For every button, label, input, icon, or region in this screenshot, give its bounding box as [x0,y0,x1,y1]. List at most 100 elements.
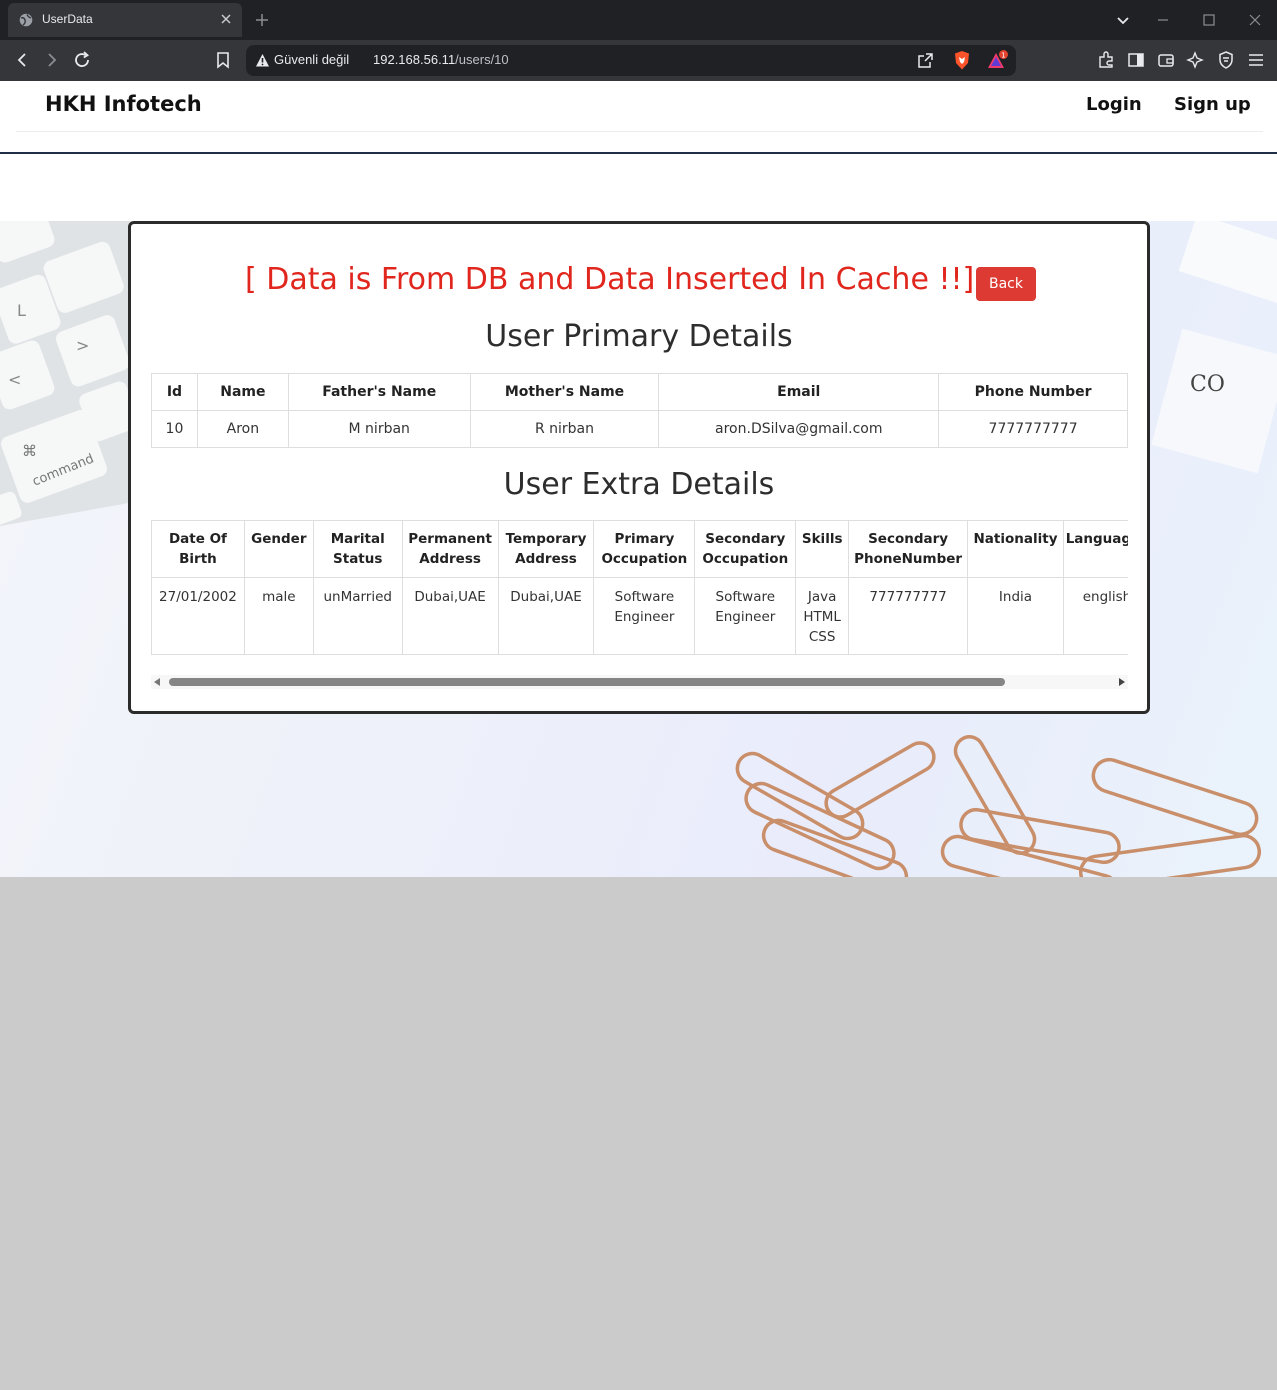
menu-icon[interactable] [1246,50,1266,70]
web-page: HKH Infotech Login Sign up command ⌘ L >… [0,81,1277,877]
wallet-icon[interactable] [1156,50,1176,70]
header-line: Permanent [408,531,492,547]
header-line: Address [419,551,481,567]
globe-icon [19,13,33,27]
cell-line: Dubai,UAE [414,589,486,605]
browser-titlebar: UserData [0,0,1277,40]
cell-phone: 7777777777 [938,410,1128,448]
warning-icon [256,54,269,67]
cell-line: Software [614,589,675,605]
scroll-left-arrow-icon[interactable] [154,678,160,686]
close-window-icon[interactable] [1246,11,1264,29]
rewards-badge: 1 [1001,51,1005,59]
table-row: 10 Aron M nirban R nirban aron.DSilva@gm… [151,410,1128,448]
cell-secondary-phone: 777777777 [848,577,969,655]
primary-details-table: Id Name Father's Name Mother's Name Emai… [151,373,1128,448]
scrollbar-thumb[interactable] [169,678,1005,686]
forward-arrow-icon[interactable] [42,50,62,70]
cell-line: Engineer [715,609,776,625]
cell-line: Software [715,589,776,605]
col-header-secondary-phone: Secondary PhoneNumber [848,520,969,578]
header-line: Secondary [868,531,949,547]
cell-line: HTML [803,609,841,625]
share-icon[interactable] [916,51,935,70]
cell-dob: 27/01/2002 [151,577,245,655]
svg-text:L: L [17,301,26,320]
minimize-icon[interactable] [1154,11,1172,29]
cell-languages: english [1062,577,1128,655]
col-header-gender: Gender [243,520,314,578]
table-row: 27/01/2002 male unMarried Dubai,UAE Duba… [151,577,1128,655]
svg-text:<: < [8,370,21,389]
tab-title: UserData [42,12,93,26]
header-line: PhoneNumber [854,551,963,567]
col-header-permanent-address: Permanent Address [401,520,499,578]
close-tab-icon[interactable] [219,12,233,26]
chevron-down-icon[interactable] [1114,11,1132,29]
url-host: 192.168.56.11 [373,52,456,67]
address-bar[interactable]: Güvenli değil 192.168.56.11/users/10 1 [246,45,1016,76]
leo-ai-icon[interactable] [1186,50,1206,70]
col-header-phone: Phone Number [938,373,1128,411]
col-header-fathers-name: Father's Name [287,373,471,411]
col-header-temporary-address: Temporary Address [497,520,595,578]
cell-nationality: India [967,577,1064,655]
sidebar-icon[interactable] [1126,50,1146,70]
cell-line: english [1082,589,1128,605]
cell-gender: male [243,577,314,655]
back-arrow-icon[interactable] [12,50,32,70]
header-line: Skills [801,531,843,547]
keyboard-decoration: command ⌘ L > < [0,221,140,529]
cell-secondary-occupation: Software Engineer [694,577,797,655]
header-line: Secondary [705,531,786,547]
header-line: Marital [330,531,385,547]
col-header-dob: Date Of Birth [151,520,245,578]
new-tab-icon[interactable] [253,11,271,29]
header-line: Date Of [168,531,227,547]
col-header-id: Id [151,373,198,411]
back-button[interactable]: Back [976,267,1036,301]
reload-icon[interactable] [72,50,92,70]
brave-shield-icon[interactable] [952,50,972,71]
col-header-languages: Languages [1062,520,1128,578]
col-header-marital-status: Marital Status [312,520,403,578]
cell-permanent-address: Dubai,UAE [401,577,499,655]
cell-line: Java [807,589,837,605]
cell-temporary-address: Dubai,UAE [497,577,595,655]
security-label[interactable]: Güvenli değil [274,52,349,67]
extra-details-scroll-area[interactable]: Date Of Birth Gender Marital Status Perman… [151,520,1128,657]
header-line: Nationality [973,531,1058,547]
primary-details-title: User Primary Details [485,319,793,354]
maximize-icon[interactable] [1200,11,1218,29]
bookmark-icon[interactable] [213,50,233,70]
browser-tab[interactable]: UserData [8,3,242,37]
vpn-shield-icon[interactable] [1216,50,1236,70]
cell-line: male [262,589,296,605]
paperclips-decoration [735,735,1262,877]
site-navbar: HKH Infotech Login Sign up [16,81,1263,132]
url-text[interactable]: 192.168.56.11/users/10 [373,52,509,67]
cell-mothers-name: R nirban [469,410,660,448]
extensions-icon[interactable] [1096,50,1116,70]
col-header-secondary-occupation: Secondary Occupation [694,520,797,578]
user-details-card: [ Data is From DB and Data Inserted In C… [128,221,1150,714]
header-line: Occupation [601,551,688,567]
header-line: Address [515,551,577,567]
scroll-right-arrow-icon[interactable] [1119,678,1125,686]
header-line: Birth [179,551,217,567]
signup-link[interactable]: Sign up [1174,94,1251,115]
header-line: Temporary [505,531,587,547]
horizontal-scrollbar[interactable] [151,675,1128,689]
table-header-row: Id Name Father's Name Mother's Name Emai… [151,373,1128,411]
hero-background: command ⌘ L > < CO [Data is From DB and… [0,221,1277,877]
cell-email: aron.DSilva@gmail.com [658,410,940,448]
header-line: Status [333,551,383,567]
browser-toolbar: Güvenli değil 192.168.56.11/users/10 1 [0,40,1277,81]
cell-line: 777777777 [869,589,947,605]
brand-logo[interactable]: HKH Infotech [45,92,202,116]
business-cards-decoration: CO [1151,221,1277,474]
col-header-nationality: Nationality [967,520,1064,578]
rewards-icon[interactable]: 1 [986,50,1010,72]
login-link[interactable]: Login [1086,94,1142,115]
header-line: Gender [251,531,307,547]
